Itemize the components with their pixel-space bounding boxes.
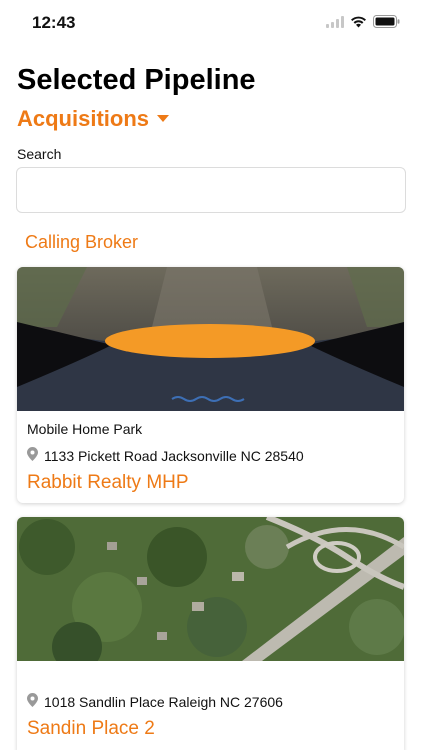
status-bar: 12:43 bbox=[0, 0, 422, 46]
property-address: 1018 Sandlin Place Raleigh NC 27606 bbox=[44, 693, 283, 710]
property-address-row: 1133 Pickett Road Jacksonville NC 28540 bbox=[27, 447, 394, 464]
location-pin-icon bbox=[27, 693, 38, 710]
battery-icon bbox=[373, 15, 400, 33]
search-label: Search bbox=[17, 146, 62, 162]
property-type: Mobile Home Park bbox=[27, 421, 143, 437]
pipeline-stage-heading: Calling Broker bbox=[25, 232, 139, 252]
page-title: Selected Pipeline bbox=[17, 64, 256, 96]
status-time: 12:43 bbox=[32, 13, 76, 32]
property-name-link[interactable]: Sandin Place 2 bbox=[27, 718, 394, 740]
property-card[interactable]: Mobile Home Park 1133 Pickett Road Jacks… bbox=[17, 267, 404, 503]
pipeline-dropdown[interactable]: Acquisitions bbox=[17, 106, 170, 132]
property-image bbox=[17, 267, 404, 411]
property-address: 1133 Pickett Road Jacksonville NC 28540 bbox=[44, 447, 304, 464]
property-card[interactable]: 1018 Sandlin Place Raleigh NC 27606 Sand… bbox=[17, 517, 404, 750]
property-address-row: 1018 Sandlin Place Raleigh NC 27606 bbox=[27, 693, 394, 710]
property-name-link[interactable]: Rabbit Realty MHP bbox=[27, 472, 394, 494]
cellular-signal-icon bbox=[326, 15, 344, 33]
caret-down-icon bbox=[157, 110, 170, 128]
search-input[interactable] bbox=[16, 167, 406, 213]
wifi-icon bbox=[350, 15, 367, 33]
pipeline-dropdown-label: Acquisitions bbox=[17, 106, 150, 131]
location-pin-icon bbox=[27, 447, 38, 464]
status-icons bbox=[326, 15, 400, 33]
property-image bbox=[17, 517, 404, 661]
